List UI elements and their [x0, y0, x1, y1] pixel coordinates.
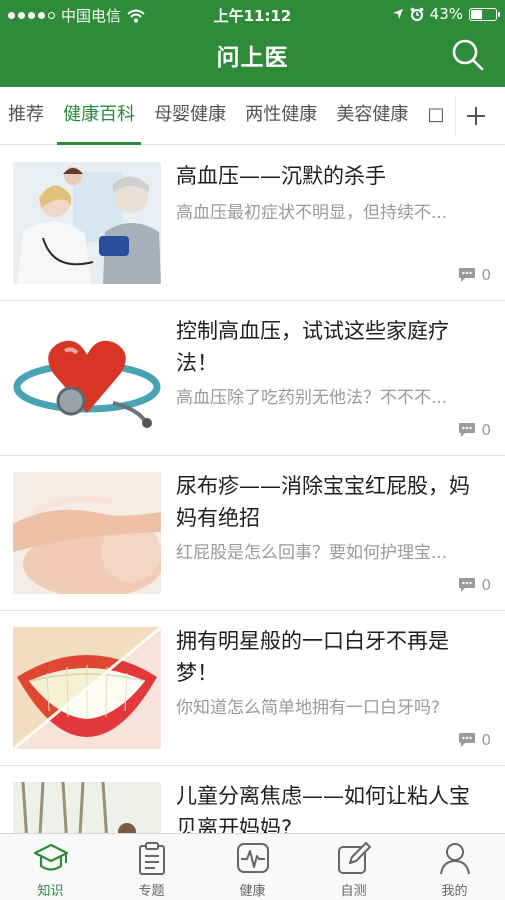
tab-profile-label: 我的: [441, 884, 468, 899]
user-icon: [439, 843, 470, 875]
article-item[interactable]: 控制高血压，试试这些家庭疗法！ 高血压除了吃药别无他法？不不不... 0: [0, 301, 505, 456]
tab-topics[interactable]: 专题: [101, 834, 202, 900]
comment-count[interactable]: 0: [458, 731, 491, 749]
tab-partial[interactable]: □: [421, 87, 448, 145]
tab-health-label: 健康: [239, 884, 266, 899]
comment-count-value: 0: [481, 731, 491, 749]
heartbeat-icon: [236, 843, 269, 873]
tab-recommend[interactable]: 推荐: [2, 87, 50, 145]
article-item[interactable]: 儿童分离焦虑——如何让粘人宝贝离开妈妈?: [0, 766, 505, 833]
battery-percentage: 43%: [429, 5, 463, 23]
search-icon: [452, 39, 484, 71]
tab-sexual-health[interactable]: 两性健康: [239, 87, 323, 145]
tab-maternal-infant-health[interactable]: 母婴健康: [148, 87, 232, 145]
category-tab-bar: 推荐 健康百科 母婴健康 两性健康 美容健康 □: [0, 87, 505, 145]
tab-beauty-health[interactable]: 美容健康: [330, 87, 414, 145]
article-list[interactable]: 高血压——沉默的杀手 高血压最初症状不明显，但持续不... 0 控制高血压，试试…: [0, 146, 505, 833]
article-item[interactable]: 拥有明星般的一口白牙不再是梦！ 你知道怎么简单地拥有一口白牙吗? 0: [0, 611, 505, 766]
article-thumbnail-blood-pressure: [13, 162, 161, 284]
article-item[interactable]: 高血压——沉默的杀手 高血压最初症状不明显，但持续不... 0: [0, 146, 505, 301]
bottom-tab-bar: 知识 专题 健康 自测 我的: [0, 833, 505, 900]
battery-icon: [469, 7, 500, 21]
tab-self-test-label: 自测: [340, 884, 367, 899]
article-thumbnail-baby-care: [13, 472, 161, 594]
comment-bubble-icon: [459, 578, 476, 592]
status-bar: 中国电信 上午11:12 43%: [0, 0, 505, 28]
article-title[interactable]: 高血压——沉默的杀手: [176, 160, 490, 192]
article-summary: 高血压最初症状不明显，但持续不...: [176, 203, 448, 223]
comment-bubble-icon: [459, 423, 476, 437]
page-title: 问上医: [216, 45, 289, 71]
alarm-clock-icon: [410, 7, 423, 21]
tab-knowledge-label: 知识: [37, 884, 64, 899]
comment-count-value: 0: [481, 266, 491, 284]
clipboard-icon: [138, 842, 165, 875]
comment-count[interactable]: 0: [458, 576, 491, 594]
comment-bubble-icon: [459, 268, 476, 282]
tab-self-test[interactable]: 自测: [303, 834, 404, 900]
tab-knowledge[interactable]: 知识: [0, 834, 101, 900]
article-title[interactable]: 尿布疹——消除宝宝红屁股，妈妈有绝招: [176, 470, 490, 534]
comment-count[interactable]: 0: [458, 266, 491, 284]
article-thumbnail-child-separation: [13, 782, 161, 833]
article-title[interactable]: 儿童分离焦虑——如何让粘人宝贝离开妈妈?: [176, 780, 490, 833]
comment-bubble-icon: [459, 733, 476, 747]
app-header: 中国电信 上午11:12 43% 问上医: [0, 0, 505, 87]
article-summary: 你知道怎么简单地拥有一口白牙吗?: [176, 698, 441, 718]
edit-icon: [337, 842, 371, 874]
article-summary: 高血压除了吃药别无他法？不不不...: [176, 388, 448, 408]
article-summary: 红屁股是怎么回事？要如何护理宝...: [176, 543, 448, 563]
add-category-button[interactable]: [455, 96, 495, 136]
tab-topics-label: 专题: [138, 884, 165, 899]
article-title[interactable]: 拥有明星般的一口白牙不再是梦！: [176, 625, 490, 689]
location-arrow-icon: [392, 9, 403, 19]
comment-count-value: 0: [481, 576, 491, 594]
tab-health[interactable]: 健康: [202, 834, 303, 900]
search-button[interactable]: [451, 38, 485, 72]
comment-count-value: 0: [481, 421, 491, 439]
comment-count[interactable]: 0: [458, 421, 491, 439]
tab-health-encyclopedia[interactable]: 健康百科: [57, 87, 142, 145]
category-tabs-scroll[interactable]: 推荐 健康百科 母婴健康 两性健康 美容健康 □: [0, 87, 448, 145]
article-item[interactable]: 尿布疹——消除宝宝红屁股，妈妈有绝招 红屁股是怎么回事？要如何护理宝... 0: [0, 456, 505, 611]
plus-icon: [467, 107, 485, 125]
article-thumbnail-heart-stethoscope: [13, 317, 161, 439]
tab-profile[interactable]: 我的: [404, 834, 505, 900]
article-thumbnail-white-teeth: [13, 627, 161, 749]
graduation-cap-icon: [33, 843, 68, 871]
article-title[interactable]: 控制高血压，试试这些家庭疗法！: [176, 315, 490, 379]
